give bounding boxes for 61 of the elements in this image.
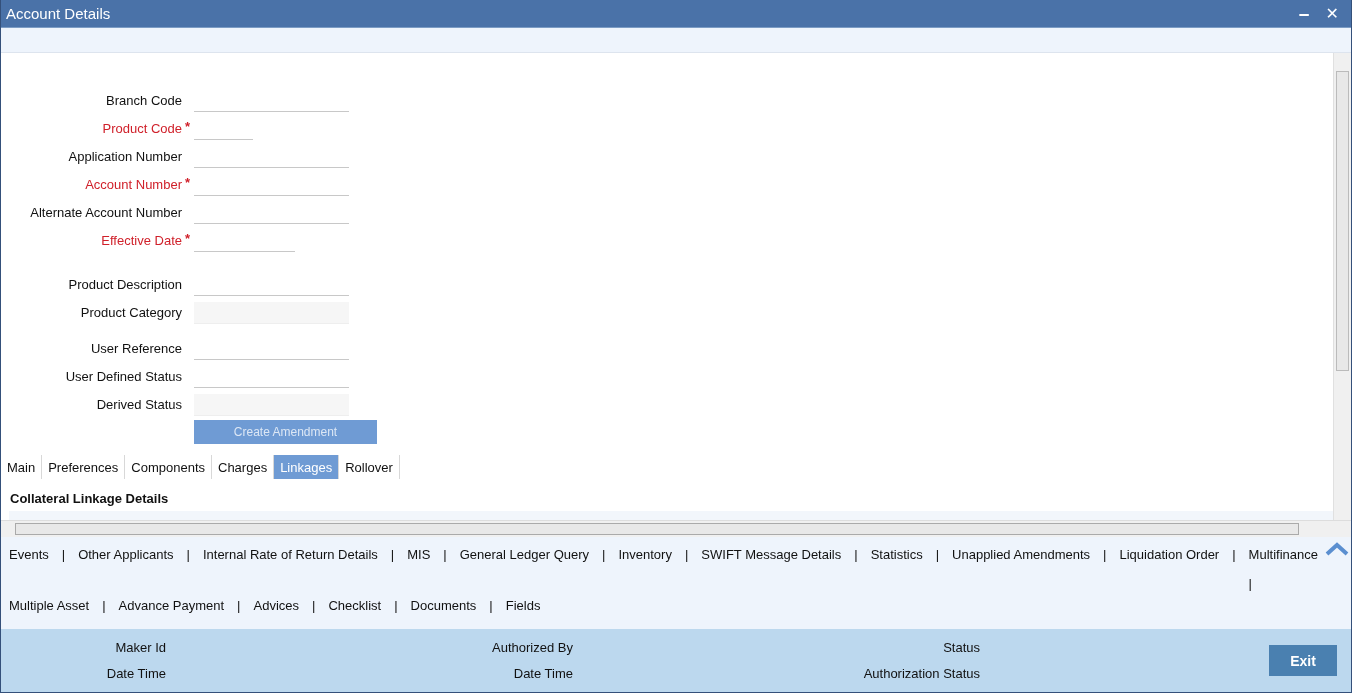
field-label: Alternate Account Number [29,204,182,220]
vertical-scrollbar[interactable] [1333,53,1351,520]
field-label: Status [943,640,980,655]
field-label: Account Number [84,176,182,192]
field-label: Date Time [513,666,573,681]
required-mark: * [184,174,192,190]
link[interactable]: Other Applicants [78,547,174,562]
separator: | [60,547,67,562]
link[interactable]: Multiple Asset [9,598,90,613]
link[interactable]: Fields [505,598,541,613]
separator: | [934,547,941,562]
field-label: Derived Status [95,396,182,412]
field-label: Application Number [67,148,182,164]
minimize-button[interactable]: ‒ [1292,4,1316,23]
separator: | [1231,547,1237,562]
field-label: Product Category [79,304,182,320]
close-button[interactable]: ✕ [1319,4,1345,23]
link[interactable]: Advices [253,598,300,613]
field-label: User Reference [89,340,182,356]
link[interactable]: Events [9,547,49,562]
field-label: Maker Id [115,640,166,655]
field-label: Product Code [101,120,182,136]
link[interactable]: Unapplied Amendments [952,547,1091,562]
link[interactable]: Liquidation Order [1119,547,1220,562]
separator: | [236,598,242,613]
separator: | [1102,547,1108,562]
separator: | [442,547,448,562]
link[interactable]: Checklist [328,598,382,613]
field-label: Authorization Status [863,666,980,681]
separator: | [853,547,859,562]
separator: | [683,547,690,562]
separator: | [311,598,317,613]
link[interactable]: Multifinance [1248,547,1318,562]
horizontal-scrollbar[interactable] [1,520,1351,537]
link[interactable]: General Ledger Query [459,547,590,562]
field-label: Effective Date [100,232,182,248]
window-title: Account Details [5,5,111,22]
separator: | [101,598,107,613]
link[interactable]: Inventory [618,547,672,562]
separator: | [389,547,396,562]
field-label: Branch Code [105,92,182,108]
section-title: Collateral Linkage Details [9,490,170,508]
separator: | [601,547,607,562]
field-label: Date Time [106,666,166,681]
chevron-up-icon[interactable] [1325,542,1349,556]
field-label: Authorized By [492,640,573,655]
link[interactable]: MIS [407,547,431,562]
link[interactable]: Internal Rate of Return Details [202,547,378,562]
field-label: Product Description [67,276,182,292]
link[interactable]: Documents [410,598,477,613]
required-mark: * [184,230,192,246]
separator: | [185,547,191,562]
field-label: User Defined Status [64,368,182,384]
separator: | [488,598,494,613]
link[interactable]: Statistics [870,547,923,562]
required-mark: * [184,118,192,134]
separator: | [393,598,399,613]
separator: | [1248,575,1252,592]
exit-button[interactable]: Exit [1269,645,1337,676]
link[interactable]: Advance Payment [118,598,225,613]
link[interactable]: SWIFT Message Details [701,547,842,562]
